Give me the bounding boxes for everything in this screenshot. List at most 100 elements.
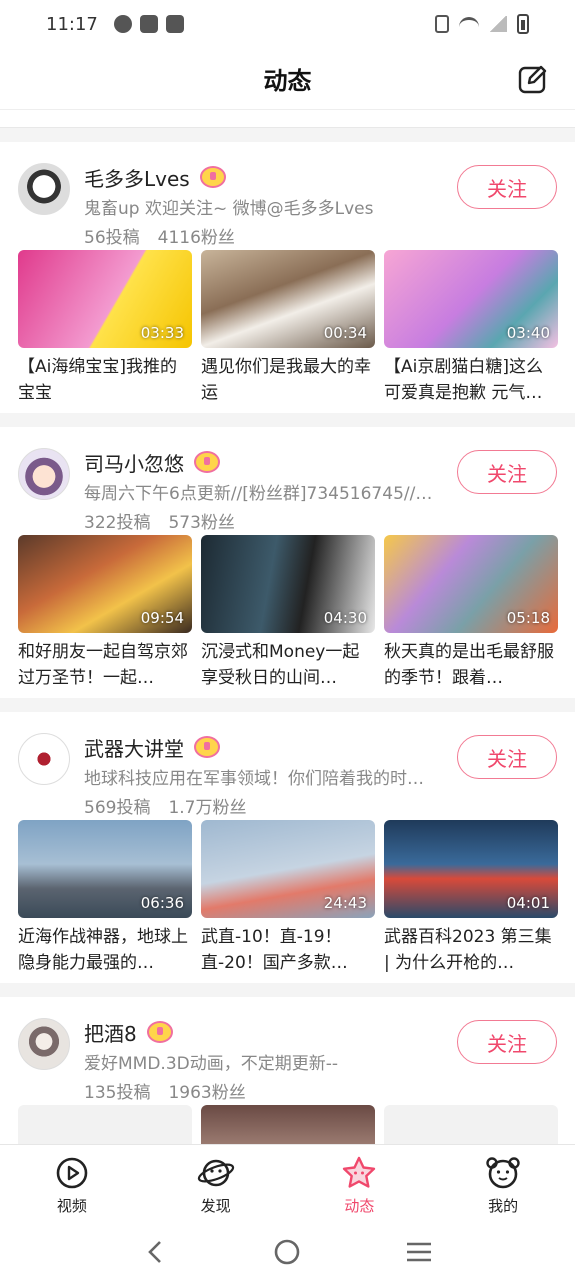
nav-label: 发现	[200, 1197, 231, 1215]
system-nav-bar	[0, 1224, 575, 1280]
video-thumbnail[interactable]: 24:43	[201, 820, 375, 918]
video-title[interactable]: 秋天真的是出毛最舒服的季节！跟着…	[384, 639, 558, 691]
video-title[interactable]: 武直-10！直-19！直-20！国产多款…	[201, 924, 375, 976]
follow-button[interactable]: 关注	[457, 1020, 557, 1064]
creator-desc: 每周六下午6点更新//[粉丝群]734516745//…	[84, 484, 433, 504]
video-item[interactable]: 05:18 秋天真的是出毛最舒服的季节！跟着…	[384, 535, 558, 691]
video-title[interactable]: 和好朋友一起自驾京郊过万圣节！一起…	[18, 639, 192, 691]
follow-button[interactable]: 关注	[457, 165, 557, 209]
video-item[interactable]: 03:40 【Ai京剧猫白糖]这么可爱真是抱歉 元气…	[384, 250, 558, 406]
video-thumbnail[interactable]: 05:18	[384, 535, 558, 633]
video-thumbnail[interactable]: 04:01	[384, 820, 558, 918]
bear-face-icon	[486, 1157, 520, 1189]
video-item[interactable]: 24:43 武直-10！直-19！直-20！国产多款…	[201, 820, 375, 976]
battery-icon	[517, 14, 529, 34]
video-item[interactable]: 09:54 和好朋友一起自驾京郊过万圣节！一起…	[18, 535, 192, 691]
video-thumbnail[interactable]: 04:30	[201, 535, 375, 633]
video-duration: 03:33	[140, 324, 184, 342]
page-header: 动态	[0, 48, 575, 110]
fan-count: 1963粉丝	[168, 1083, 246, 1103]
video-title[interactable]: 沉浸式和Money一起享受秋日的山间…	[201, 639, 375, 691]
video-thumbnail[interactable]	[201, 1105, 375, 1144]
post-count: 322投稿	[84, 513, 151, 533]
creator-card[interactable]: 武器大讲堂 地球科技应用在军事领域！你们陪着我的时… 569投稿 1.7万粉丝 关…	[0, 712, 575, 983]
planet-icon	[197, 1159, 234, 1187]
video-duration: 06:36	[140, 894, 184, 912]
app-notification-icon	[113, 15, 132, 33]
creator-card[interactable]: 把酒8 爱好MMD.3D动画，不定期更新-- 135投稿 1963粉丝 关注	[0, 997, 575, 1144]
post-count: 135投稿	[84, 1083, 151, 1103]
video-duration: 04:30	[323, 609, 367, 627]
video-thumbnail[interactable]	[18, 1105, 192, 1144]
page-title: 动态	[263, 67, 312, 95]
video-item[interactable]: 06:36 近海作战神器，地球上隐身能力最强的…	[18, 820, 192, 976]
video-item[interactable]	[18, 1105, 192, 1144]
creator-name[interactable]: 毛多多Lves	[84, 163, 190, 192]
video-title[interactable]: 【Ai海绵宝宝]我推的宝宝	[18, 354, 192, 406]
avatar[interactable]	[18, 163, 70, 215]
creator-desc: 地球科技应用在军事领域！你们陪着我的时…	[84, 769, 424, 789]
live-badge-icon	[199, 166, 226, 188]
video-title[interactable]: 近海作战神器，地球上隐身能力最强的…	[18, 924, 192, 976]
nav-dynamic[interactable]: 动态	[288, 1145, 432, 1224]
video-duration: 05:18	[506, 609, 550, 627]
bottom-nav: 视频 发现 动态 我的	[0, 1144, 575, 1224]
nav-label: 视频	[56, 1197, 87, 1215]
video-duration: 09:54	[140, 609, 184, 627]
signal-icon	[489, 16, 507, 32]
creator-desc: 鬼畜up 欢迎关注~ 微博@毛多多Lves	[84, 199, 374, 219]
video-title[interactable]: 【Ai京剧猫白糖]这么可爱真是抱歉 元气…	[384, 354, 558, 406]
fan-count: 1.7万粉丝	[168, 798, 247, 818]
creator-name[interactable]: 把酒8	[84, 1018, 137, 1047]
avatar[interactable]	[18, 1018, 70, 1070]
creator-name[interactable]: 武器大讲堂	[84, 733, 184, 762]
post-count: 56投稿	[84, 228, 140, 248]
video-duration: 04:01	[506, 894, 550, 912]
avatar[interactable]	[18, 733, 70, 785]
creator-card[interactable]: 司马小忽悠 每周六下午6点更新//[粉丝群]734516745//… 322投稿…	[0, 427, 575, 698]
nav-video[interactable]: 视频	[0, 1145, 144, 1224]
video-thumbnail[interactable]: 09:54	[18, 535, 192, 633]
fan-count: 4116粉丝	[157, 228, 235, 248]
back-icon[interactable]	[142, 1238, 170, 1266]
nav-label: 我的	[488, 1197, 519, 1215]
video-thumbnail[interactable]	[384, 1105, 558, 1144]
feed-list[interactable]: 毛多多Lves 鬼畜up 欢迎关注~ 微博@毛多多Lves 56投稿 4116粉丝…	[0, 110, 575, 1144]
video-thumbnail[interactable]: 03:40	[384, 250, 558, 348]
video-title[interactable]: 遇见你们是我最大的幸运	[201, 354, 375, 406]
video-item[interactable]	[201, 1105, 375, 1144]
video-item[interactable]	[384, 1105, 558, 1144]
creator-name[interactable]: 司马小忽悠	[84, 448, 184, 477]
creator-card[interactable]: 毛多多Lves 鬼畜up 欢迎关注~ 微博@毛多多Lves 56投稿 4116粉丝…	[0, 142, 575, 413]
live-badge-icon	[194, 451, 220, 473]
fan-count: 573粉丝	[168, 513, 235, 533]
video-title[interactable]: 武器百科2023 第三集 | 为什么开枪的…	[384, 924, 558, 976]
nav-discover[interactable]: 发现	[144, 1145, 288, 1224]
edit-icon[interactable]	[517, 63, 549, 95]
follow-button[interactable]: 关注	[457, 450, 557, 494]
nav-mine[interactable]: 我的	[431, 1145, 575, 1224]
video-item[interactable]: 04:30 沉浸式和Money一起享受秋日的山间…	[201, 535, 375, 691]
video-play-icon	[56, 1157, 88, 1189]
video-thumbnail[interactable]: 03:33	[18, 250, 192, 348]
star-icon	[343, 1156, 376, 1188]
vibrate-icon	[435, 15, 449, 33]
wifi-icon	[459, 17, 479, 31]
video-item[interactable]: 03:33 【Ai海绵宝宝]我推的宝宝	[18, 250, 192, 406]
creator-desc: 爱好MMD.3D动画，不定期更新--	[84, 1054, 339, 1074]
status-bar: 11:17	[0, 0, 575, 48]
video-duration: 03:40	[506, 324, 550, 342]
home-icon[interactable]	[273, 1238, 301, 1266]
menu-icon[interactable]	[405, 1238, 433, 1266]
mail-notification-icon	[165, 15, 184, 33]
mail-notification-icon	[139, 15, 158, 33]
nav-label: 动态	[344, 1197, 375, 1215]
video-duration: 24:43	[323, 894, 367, 912]
video-item[interactable]: 00:34 遇见你们是我最大的幸运	[201, 250, 375, 406]
video-duration: 00:34	[323, 324, 367, 342]
avatar[interactable]	[18, 448, 70, 500]
video-thumbnail[interactable]: 00:34	[201, 250, 375, 348]
follow-button[interactable]: 关注	[457, 735, 557, 779]
video-item[interactable]: 04:01 武器百科2023 第三集 | 为什么开枪的…	[384, 820, 558, 976]
video-thumbnail[interactable]: 06:36	[18, 820, 192, 918]
